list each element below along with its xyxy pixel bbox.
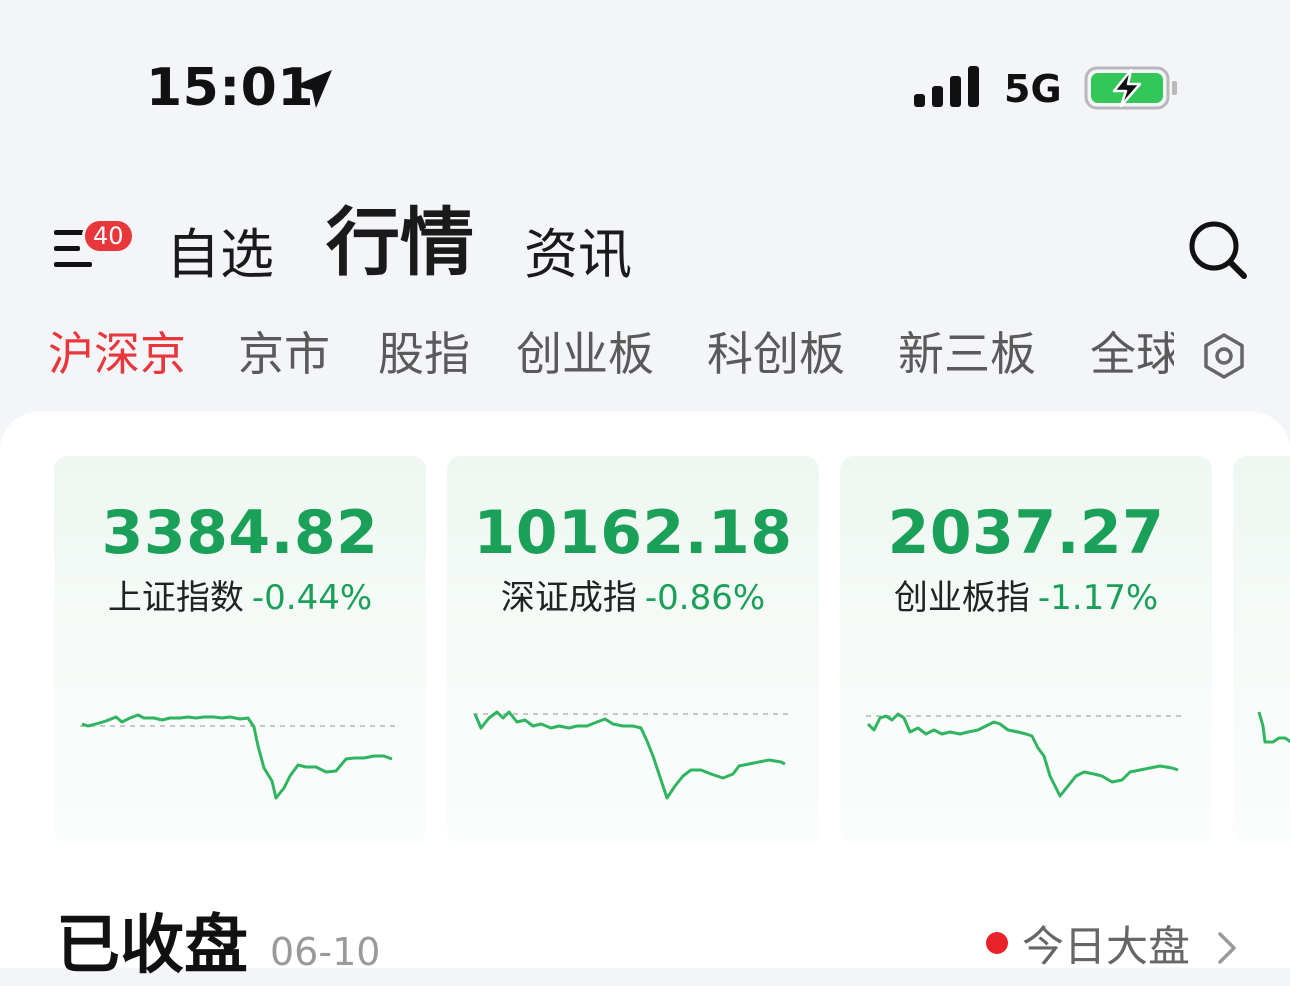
index-sparkline	[80, 713, 398, 800]
sparkline-path	[866, 712, 1179, 798]
market-tab-jingshi[interactable]: 京市	[238, 324, 330, 384]
status-time: 15:01	[146, 58, 315, 118]
market-tab-quanqiu[interactable]: 全球	[1090, 324, 1174, 384]
sparkline-path	[81, 713, 393, 800]
chevron-right-icon[interactable]	[1212, 928, 1242, 968]
location-arrow-icon	[294, 70, 332, 108]
index-sparkline	[1257, 711, 1290, 744]
index-card-shanghai[interactable]: 3384.82 上证指数 -0.44%	[54, 456, 426, 844]
sparkline-path	[473, 710, 786, 800]
tab-watchlist[interactable]: 自选	[166, 222, 274, 288]
index-card-partial[interactable]	[1233, 456, 1290, 844]
notification-badge: 40	[82, 218, 135, 254]
search-icon[interactable]	[1186, 218, 1248, 280]
tab-market[interactable]: 行情	[326, 198, 474, 288]
sparkline-path	[1257, 711, 1290, 744]
index-card-chinext[interactable]: 2037.27 创业板指 -1.17%	[840, 456, 1212, 844]
market-status: 已收盘	[56, 909, 248, 983]
market-date: 06-10	[270, 930, 381, 974]
network-type: 5G	[1004, 67, 1062, 111]
today-market-link[interactable]: 今日大盘	[1022, 920, 1190, 974]
market-tab-kechuangban[interactable]: 科创板	[707, 324, 845, 384]
market-tab-chuangyeban[interactable]: 创业板	[516, 324, 654, 384]
index-sparkline	[866, 712, 1184, 798]
status-dot	[986, 932, 1008, 954]
index-sparkline	[473, 710, 791, 800]
market-tab-guzhi[interactable]: 股指	[378, 324, 470, 384]
market-tab-hushenjing[interactable]: 沪深京	[48, 324, 186, 384]
settings-icon[interactable]	[1200, 332, 1248, 380]
tab-news[interactable]: 资讯	[524, 222, 632, 288]
index-card-shenzhen[interactable]: 10162.18 深证成指 -0.86%	[447, 456, 819, 844]
cellular-signal-icon	[914, 66, 979, 107]
battery-charging-icon	[1084, 66, 1177, 110]
market-tab-xinsanban[interactable]: 新三板	[898, 324, 1036, 384]
